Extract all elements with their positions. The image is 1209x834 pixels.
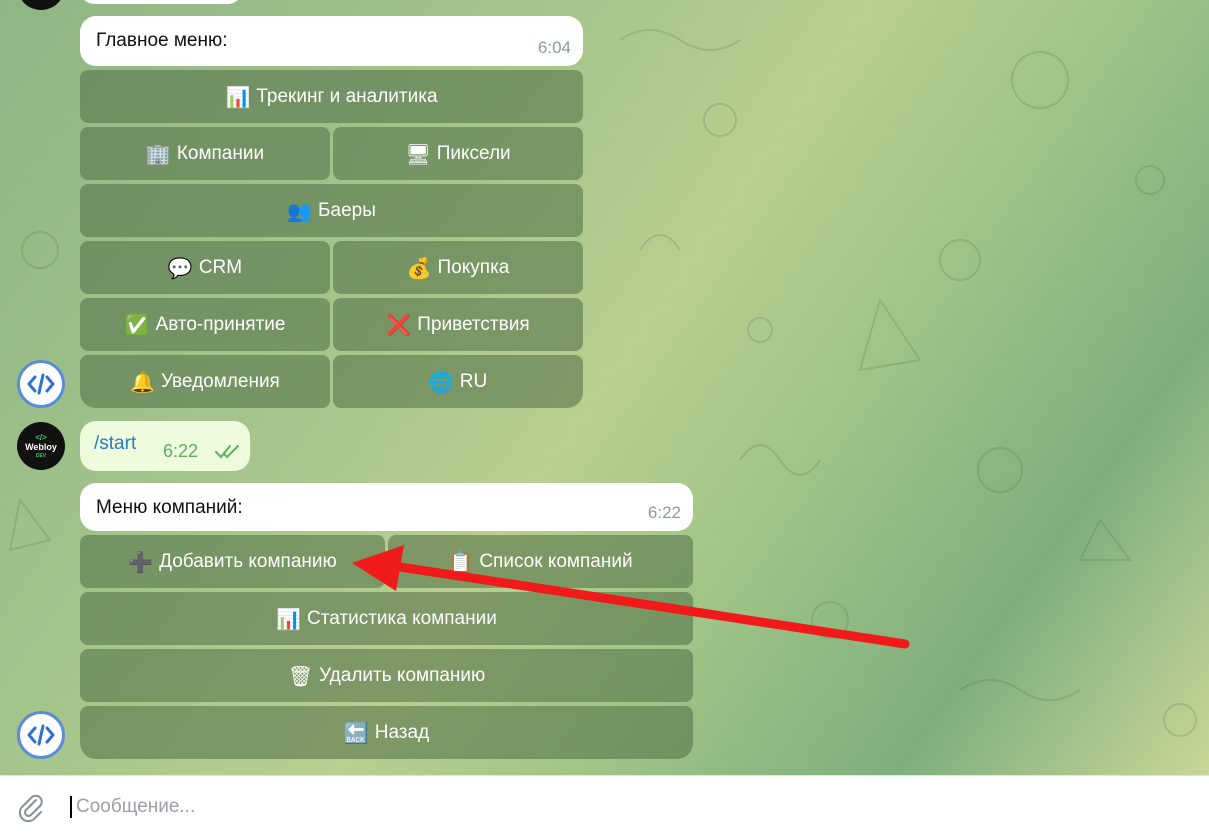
text-caret [70, 796, 72, 818]
add-company-button[interactable]: ➕ Добавить компанию [80, 535, 385, 588]
chat-background: Главное меню: 6:04 📊 Трекинг и аналитика… [0, 0, 1209, 775]
clipboard-icon: 📋 [448, 549, 474, 574]
message-text: Меню компаний: [96, 497, 243, 518]
avatar-subtext: DEV [35, 452, 47, 459]
globe-icon: 🌐 [428, 369, 454, 394]
check-mark-icon: ✅ [124, 312, 150, 337]
button-label: RU [459, 370, 488, 392]
read-checks-icon [215, 445, 239, 459]
message-time: 6:04 [537, 38, 571, 57]
language-button[interactable]: 🌐 RU [333, 355, 583, 408]
back-arrow-icon: 🔙 [343, 720, 369, 745]
message-composer [0, 775, 1209, 834]
bar-chart-icon: 📊 [276, 606, 302, 631]
tracking-analytics-button[interactable]: 📊 Трекинг и аналитика [80, 70, 583, 123]
button-label: Уведомления [161, 370, 280, 392]
button-label: CRM [198, 256, 243, 278]
greetings-button[interactable]: ❌ Приветствия [333, 298, 583, 351]
pixels-button[interactable]: 🖥 Пиксели [333, 127, 583, 180]
message-time: 6:22 [163, 441, 199, 461]
button-label: Покупка [437, 256, 510, 278]
notifications-button[interactable]: 🔔 Уведомления [80, 355, 330, 408]
money-bag-icon: 💰 [406, 255, 432, 280]
user-avatar[interactable]: </> Webloy DEV [17, 422, 65, 470]
message-input[interactable] [74, 788, 1178, 826]
auto-accept-button[interactable]: ✅ Авто-принятие [80, 298, 330, 351]
button-label: Приветствия [417, 313, 530, 335]
bot-avatar[interactable] [17, 711, 65, 759]
companies-button[interactable]: 🏢 Компании [80, 127, 330, 180]
speech-bubble-icon: 💬 [167, 255, 193, 280]
button-label: Баеры [318, 199, 376, 221]
button-label: Авто-принятие [155, 313, 286, 335]
office-building-icon: 🏢 [145, 141, 171, 166]
companies-menu-message: Меню компаний: 6:22 [80, 483, 693, 531]
bar-chart-icon: 📊 [225, 84, 251, 109]
back-button[interactable]: 🔙 Назад [80, 706, 693, 759]
avatar-text: Webloy [25, 441, 57, 452]
purchase-button[interactable]: 💰 Покупка [333, 241, 583, 294]
button-label: Статистика компании [307, 607, 497, 629]
button-label: Пиксели [436, 142, 511, 164]
delete-company-button[interactable]: 🗑 Удалить компанию [80, 649, 693, 702]
bot-avatar[interactable] [17, 360, 65, 408]
previous-message-bubble [80, 0, 242, 4]
button-label: Компании [176, 142, 265, 164]
main-menu-message: Главное меню: 6:04 [80, 16, 583, 66]
command-link[interactable]: /start [94, 433, 136, 454]
button-label: Список компаний [479, 550, 633, 572]
crm-button[interactable]: 💬 CRM [80, 241, 330, 294]
people-icon: 👥 [287, 198, 313, 223]
buyers-button[interactable]: 👥 Баеры [80, 184, 583, 237]
code-icon [27, 373, 55, 395]
trash-icon: 🗑 [287, 663, 314, 688]
cross-mark-icon: ❌ [386, 312, 412, 337]
button-label: Трекинг и аналитика [256, 85, 438, 107]
button-label: Удалить компанию [319, 664, 486, 686]
bell-icon: 🔔 [130, 369, 156, 394]
message-text: Главное меню: [96, 30, 228, 51]
code-icon: </> [35, 432, 47, 442]
desktop-computer-icon: 🖥 [405, 141, 431, 166]
button-label: Добавить компанию [159, 550, 337, 572]
code-icon [27, 724, 55, 746]
start-command-message: /start 6:22 [80, 421, 250, 471]
plus-icon: ➕ [128, 549, 154, 574]
company-list-button[interactable]: 📋 Список компаний [388, 535, 693, 588]
message-time: 6:22 [647, 503, 681, 522]
paperclip-icon[interactable] [16, 792, 46, 822]
company-statistics-button[interactable]: 📊 Статистика компании [80, 592, 693, 645]
button-label: Назад [374, 721, 430, 743]
